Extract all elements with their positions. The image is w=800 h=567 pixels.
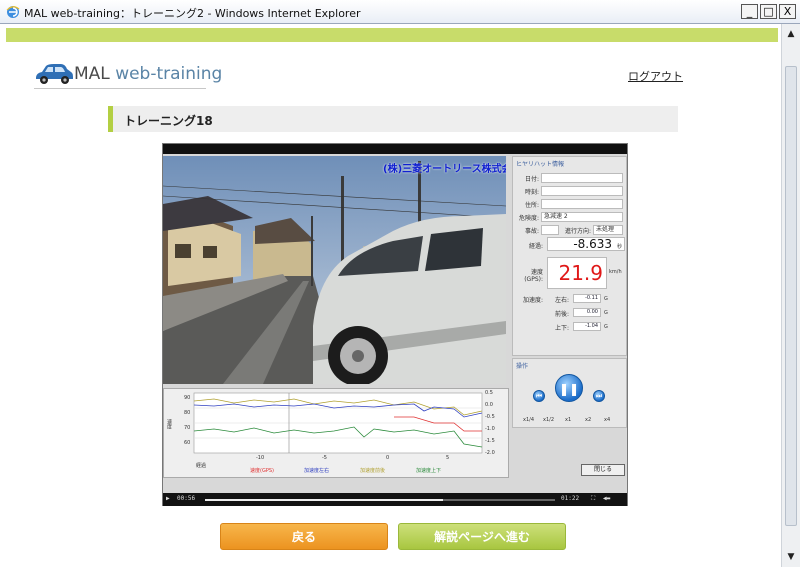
pause-icon[interactable]: ❚❚ [555, 374, 583, 402]
direction-label: 進行方向: [564, 228, 591, 235]
y-right-tick-1: 0.0 [485, 402, 493, 408]
maximize-button[interactable]: □ [760, 4, 777, 19]
y-left-tick-80: 80 [184, 410, 191, 416]
info-heading: ヒヤリハット情報 [516, 161, 565, 168]
y-right-tick-5: -2.0 [485, 450, 495, 456]
incident-info-panel: ヒヤリハット情報 日付: 時刻: 住所: 危険度: 急減速 2 事故: 進行方向… [512, 156, 627, 356]
play-icon[interactable]: ▶ [166, 495, 170, 502]
case-label: 事故: [524, 228, 539, 235]
volume-icon[interactable]: ◀▬ [603, 495, 610, 502]
elapsed-label: 経過: [528, 243, 543, 250]
accel-fb-unit: G [604, 310, 608, 316]
x-tick-m10: -10 [256, 455, 265, 461]
direction-field: 未処理 [593, 225, 623, 235]
risk-field: 急減速 2 [541, 212, 623, 222]
player-top-strip [163, 144, 627, 154]
fullscreen-icon[interactable]: ⛶ [591, 495, 595, 503]
x-tick-5: 5 [446, 455, 450, 461]
time-label: 時刻: [524, 189, 539, 196]
y-right-tick-4: -1.5 [485, 438, 495, 444]
legend-accel-ud: 加速度上下 [416, 468, 442, 474]
address-field [541, 199, 623, 209]
video-frame[interactable]: (株)三菱オートリース株式会社 [163, 156, 506, 384]
graph-y-left-label: 速度 [166, 419, 172, 429]
speed-x1-2[interactable]: x1/2 [543, 417, 554, 423]
accel-ud-unit: G [604, 324, 608, 330]
playback-controls: 操作 ⏮ ❚❚ ⏭ x1/4 x1/2 x1 x2 x4 [512, 358, 627, 428]
logo-underline [34, 88, 206, 89]
accel-lr-label: 左右: [554, 297, 569, 304]
legend-accel-lr: 加速度左右 [304, 468, 330, 474]
logo-sub: web-training [115, 64, 223, 84]
next-icon[interactable]: ⏭ [593, 390, 605, 402]
y-right-tick-3: -1.0 [485, 426, 495, 432]
legend-speed: 速度(GPS) [250, 468, 274, 474]
elapsed-value: -8.633 [547, 237, 625, 251]
seek-bar[interactable]: ▶ 00:56 01:22 ⛶ ◀▬ [163, 493, 627, 506]
y-right-tick-0: 0.5 [485, 390, 493, 396]
speed-label: 速度(GPS): [524, 269, 543, 283]
accel-fb-value: 0.00 [573, 308, 601, 317]
time-field [541, 186, 623, 196]
section-header: トレーニング18 [108, 106, 678, 132]
accel-lr-unit: G [604, 296, 608, 302]
accel-ud-label: 上下: [554, 325, 569, 332]
total-time: 01:22 [561, 495, 580, 502]
accel-ud-value: -1.04 [573, 322, 601, 331]
speed-x1-4[interactable]: x1/4 [523, 417, 534, 423]
close-window-button[interactable]: X [779, 4, 796, 19]
top-accent-bar [6, 28, 778, 42]
logo-main: MAL [74, 64, 110, 84]
close-player-button[interactable]: 閉じる [581, 464, 625, 476]
window-titlebar: MAL web-training：トレーニング2 - Windows Inter… [0, 0, 800, 24]
section-accent [108, 106, 113, 132]
graph-x-label: 経過 [196, 463, 207, 469]
speed-x1[interactable]: x1 [565, 417, 571, 423]
case-field [541, 225, 559, 235]
controls-heading: 操作 [516, 363, 529, 370]
x-tick-m5: -5 [322, 455, 327, 461]
y-left-tick-60: 60 [184, 440, 191, 446]
window-title: MAL web-training：トレーニング2 - Windows Inter… [24, 7, 361, 20]
vertical-scrollbar[interactable]: ▲ ▼ [781, 24, 800, 567]
speed-x4[interactable]: x4 [604, 417, 610, 423]
seek-progress [205, 499, 443, 501]
date-field [541, 173, 623, 183]
logo-text: MAL web-training [74, 64, 222, 84]
risk-label: 危険度: [518, 215, 539, 222]
y-left-tick-90: 90 [184, 395, 191, 401]
elapsed-unit: 秒 [617, 244, 623, 250]
back-button[interactable]: 戻る [220, 523, 388, 550]
scroll-thumb[interactable] [785, 66, 797, 526]
logout-link[interactable]: ログアウト [628, 68, 683, 84]
accel-label: 加速度: [522, 297, 543, 304]
scroll-down-icon[interactable]: ▼ [785, 551, 797, 563]
speed-x2[interactable]: x2 [585, 417, 591, 423]
section-title: トレーニング18 [124, 114, 213, 128]
sensor-graph: 速度 90 80 70 60 0.5 0.0 -0.5 -1.0 -1.5 -2… [163, 388, 509, 478]
speed-unit: km/h [609, 269, 622, 275]
scroll-up-icon[interactable]: ▲ [785, 28, 797, 40]
speed-value: 21.9 [547, 257, 607, 289]
prev-icon[interactable]: ⏮ [533, 390, 545, 402]
overlay-company-text: (株)三菱オートリース株式会社 [383, 164, 506, 175]
current-time: 00:56 [177, 495, 196, 502]
x-tick-0: 0 [386, 455, 390, 461]
car-logo-icon [36, 64, 73, 84]
legend-accel-fb: 加速度前後 [360, 468, 386, 474]
y-right-tick-2: -0.5 [485, 414, 495, 420]
seek-track[interactable] [205, 499, 555, 501]
dashcam-scene [163, 156, 506, 384]
ie-icon [6, 6, 20, 18]
graph-plot [193, 392, 483, 454]
accel-fb-label: 前後: [554, 311, 569, 318]
y-left-tick-70: 70 [184, 425, 191, 431]
date-label: 日付: [524, 176, 539, 183]
next-page-button[interactable]: 解説ページへ進む [398, 523, 566, 550]
accel-lr-value: -0.11 [573, 294, 601, 303]
address-label: 住所: [524, 202, 539, 209]
minimize-button[interactable]: _ [741, 4, 758, 19]
training-player: (株)三菱オートリース株式会社 ヒヤリハット情報 日付: 時刻: 住所: 危険度… [162, 143, 628, 506]
